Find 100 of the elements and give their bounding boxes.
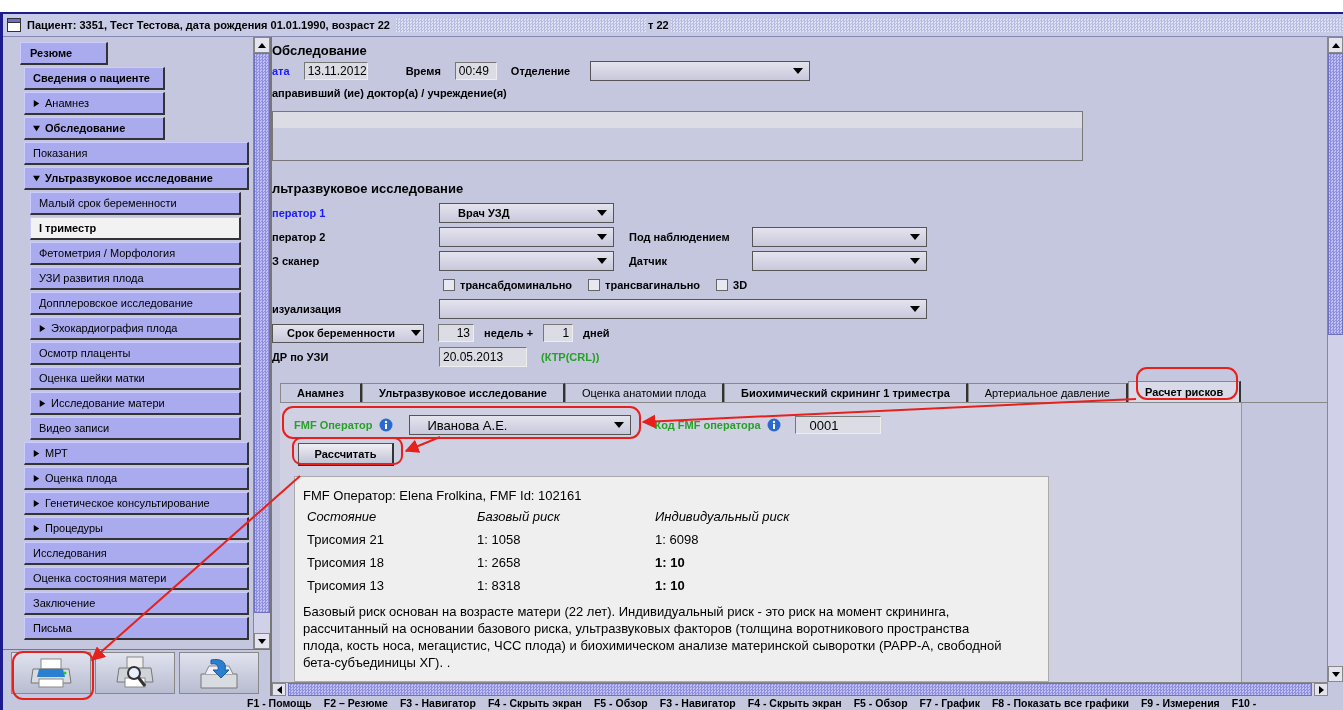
sidebar-item[interactable]: Оценка состояния матери <box>24 567 249 590</box>
table-cell-text: Трисомия 21 <box>307 532 385 547</box>
tab[interactable]: Оценка анатомии плода <box>564 383 725 402</box>
table-cell-text: 1: 8318 <box>477 578 522 593</box>
sidebar-item[interactable]: Показания <box>24 142 249 165</box>
scroll-up-icon[interactable] <box>1331 42 1340 48</box>
scrollbar[interactable] <box>1327 37 1343 682</box>
table-cell-text: 1: 2658 <box>477 555 522 570</box>
date-field[interactable]: 20.05.2013 <box>439 347 527 367</box>
shortcut-hint: F2 – Резюме <box>323 697 388 709</box>
tab[interactable]: Анамнез <box>280 383 363 402</box>
scroll-up-icon[interactable] <box>258 42 266 48</box>
sidebar-item[interactable]: Обследование <box>24 117 165 140</box>
scroll-left-icon[interactable] <box>276 685 282 694</box>
tab[interactable]: Ультразвуковое исследование <box>362 383 565 402</box>
sidebar-item[interactable]: Сведения о пациенте <box>24 67 165 90</box>
sidebar-item[interactable]: Оценка плода <box>24 467 249 490</box>
field-label: ператор 2 <box>272 231 327 243</box>
shortcut-hint: F10 - <box>1231 697 1257 709</box>
shortcut-hint: F9 - Измерения <box>1140 697 1220 709</box>
dropdown[interactable] <box>439 251 614 271</box>
shortcut-hint: F4 - Скрыть экран <box>487 697 582 709</box>
checkbox[interactable] <box>588 279 601 291</box>
sidebar-item[interactable]: Фетометрия / Морфология <box>30 242 241 265</box>
sidebar-item[interactable]: Процедуры <box>24 517 249 540</box>
tab[interactable]: Биохимический скрининг 1 триместра <box>724 383 968 402</box>
time-field[interactable]: 00:49 <box>454 62 497 80</box>
sidebar-item[interactable]: Исследования <box>24 542 249 565</box>
summary-button[interactable]: Резюме <box>20 42 108 65</box>
printer-icon <box>29 657 73 689</box>
scroll-down-icon[interactable] <box>258 638 266 644</box>
field-label: ператор 1 <box>272 207 327 219</box>
toolbar-button[interactable] <box>11 652 91 694</box>
column-header: Базовый риск <box>477 509 561 524</box>
sidebar-item[interactable]: Письма <box>24 617 249 640</box>
field-label: изуализация <box>272 303 343 315</box>
sidebar-item[interactable]: Ультразвуковое исследование <box>24 167 249 190</box>
caret-icon <box>613 422 624 428</box>
dropdown[interactable]: Врач УЗД <box>439 203 614 223</box>
field-label: дней <box>583 327 610 339</box>
sidebar-item[interactable]: Видео записи <box>30 417 241 440</box>
scroll-right-icon[interactable] <box>1318 685 1324 694</box>
field-label: З сканер <box>272 255 321 267</box>
tab[interactable]: Артериальное давление <box>967 383 1128 402</box>
caret-icon <box>597 258 607 264</box>
caret-icon <box>411 330 421 336</box>
sidebar-item[interactable]: Эхокардиография плода <box>30 317 241 340</box>
sidebar-item[interactable]: Заключение <box>24 592 249 615</box>
table-cell-text: 1: 1058 <box>477 532 522 547</box>
shortcut-hint: F1 - Помощь <box>247 697 312 709</box>
window-title: Пациент: 3351, Тест Тестова, дата рождения 01.01.1990, возраст 22 <box>27 19 390 31</box>
sidebar-item[interactable]: МРТ <box>24 442 249 465</box>
shortcut-hint: F8 - Показать все графики <box>991 697 1129 709</box>
scroll-down-icon[interactable] <box>1331 671 1340 677</box>
field-label: ата <box>272 65 290 77</box>
dropdown[interactable] <box>752 251 927 271</box>
days-field[interactable]: 1 <box>543 324 574 342</box>
window-title-fragment: т 22 <box>646 19 670 31</box>
sidebar-item[interactable]: Оценка шейки матки <box>30 367 241 390</box>
field-label: Под наблюдением <box>629 231 730 243</box>
shortcut-hint: F7 - График <box>919 697 980 709</box>
scrollbar[interactable] <box>272 682 1328 696</box>
dropdown[interactable] <box>752 227 927 247</box>
field-label: ДР по УЗИ <box>272 351 330 363</box>
sidebar-item[interactable]: Генетическое консультирование <box>24 492 249 515</box>
sidebar-item[interactable]: Осмотр плаценты <box>30 342 241 365</box>
dropdown[interactable] <box>590 61 811 81</box>
code-field[interactable]: 0001 <box>794 416 881 434</box>
scrollbar[interactable] <box>253 37 270 649</box>
calculate-button[interactable]: Рассчитать <box>298 443 394 466</box>
weeks-field[interactable]: 13 <box>438 324 474 342</box>
checkbox[interactable] <box>716 279 729 291</box>
checkbox-label: трансабдоминально <box>460 279 573 291</box>
sidebar-item[interactable]: I триместр <box>30 217 241 240</box>
result-note: Базовый риск основан на возрасте матери (22 лет). Индивидуальный риск - это риск на момент скрининга, рассчитанный на основании базового риска, ультразвуковых факторов (толщина воротникового пространства плода, кость носа, мегацистис, ЧСС плода) и биохимическом анализе материнской сыворотки (PAPP-A, свободной бета-субъединицы ХГ). . <box>303 603 1003 671</box>
term-dropdown[interactable]: Срок беременности <box>272 323 424 343</box>
sidebar-item[interactable]: УЗИ развития плода <box>30 267 241 290</box>
checkbox-label: 3D <box>733 279 748 291</box>
table-cell-text: 1: 10 <box>655 555 686 570</box>
shortcut-hint: F5 - Обзор <box>593 697 648 709</box>
date-field[interactable]: 13.11.2012 <box>303 62 368 80</box>
field-label: Датчик <box>629 255 667 267</box>
dropdown[interactable]: Иванова А.Е. <box>408 415 631 435</box>
sidebar-item[interactable]: Исследование матери <box>30 392 241 415</box>
caret-icon <box>910 258 920 264</box>
results-header: FMF Оператор: Elena Frolkina, FMF Id: 102161 <box>303 487 583 505</box>
field-label: Отделение <box>510 65 571 77</box>
field-label: аправивший (ие) доктор(а) / учреждение(я) <box>272 87 508 99</box>
window-icon <box>7 18 21 32</box>
dropdown[interactable] <box>439 227 614 247</box>
sidebar-item[interactable]: Анамнез <box>24 92 165 115</box>
sidebar-item[interactable]: Малый срок беременности <box>30 192 241 215</box>
shortcut-hint: F4 - Скрыть экран <box>747 697 842 709</box>
dropdown[interactable] <box>439 299 927 319</box>
checkbox[interactable] <box>443 279 455 291</box>
text-area[interactable] <box>272 111 1083 161</box>
shortcut-hint: F3 - Навигатор <box>399 697 476 709</box>
sidebar-item[interactable]: Допплеровское исследование <box>30 292 241 315</box>
column-header: Индивидуальный риск <box>655 509 791 524</box>
toolbar-button[interactable] <box>95 652 175 694</box>
